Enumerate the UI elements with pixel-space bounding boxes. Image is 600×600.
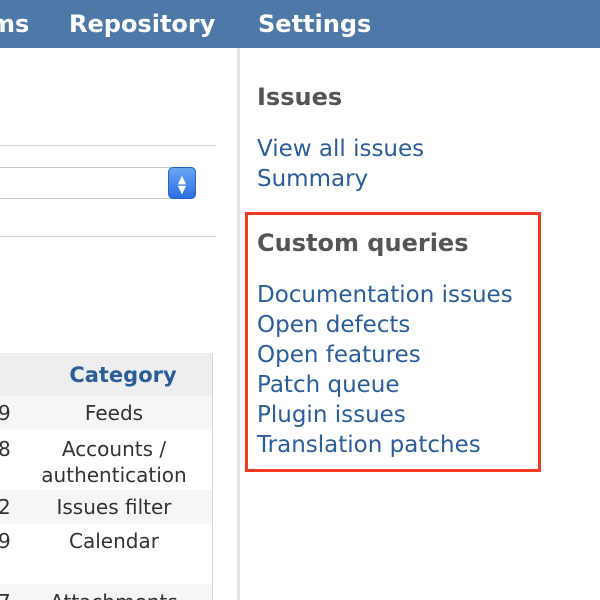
sidebar-link-view-all-issues[interactable]: View all issues (257, 134, 424, 164)
table-cell-category: Attachments (28, 589, 200, 600)
table-cell-number: 8 (0, 437, 11, 461)
column-header-category[interactable]: Category (48, 361, 198, 389)
table-row[interactable]: 8 Accounts / authentication (0, 429, 213, 490)
sidebar-link-summary[interactable]: Summary (257, 164, 368, 194)
custom-queries-highlight (245, 212, 541, 472)
nav-item-repository[interactable]: Repository (69, 8, 215, 40)
table-cell-number: 9 (0, 529, 11, 553)
sidebar-heading-issues: Issues (257, 83, 343, 111)
table-cell-category: Accounts / authentication (41, 437, 187, 487)
nav-item-projects[interactable]: ms (0, 8, 29, 40)
issues-table: Category 9 Feeds 8 Accounts / authentica… (0, 353, 213, 600)
nav-item-settings[interactable]: Settings (258, 8, 371, 40)
table-cell-category: Calendar (69, 529, 159, 553)
table-cell-category: Feeds (84, 401, 144, 425)
table-row[interactable]: 9 Calendar (0, 524, 213, 584)
top-nav-bar: ms Repository Settings (0, 0, 600, 48)
table-row[interactable]: 9 Feeds (0, 396, 213, 429)
table-row[interactable]: 2 Issues filter (0, 490, 213, 524)
table-header: Category (0, 353, 213, 396)
filter-select[interactable] (0, 167, 196, 199)
table-cell-number: 7 (0, 590, 11, 600)
table-cell-number: 9 (0, 401, 11, 425)
table-row[interactable]: 7 Attachments (0, 584, 213, 600)
divider-line (0, 236, 216, 237)
main-content: ▲ ▼ Category 9 Feeds 8 Accounts / authen… (0, 48, 237, 600)
table-cell-category: Issues filter (56, 495, 172, 519)
select-updown-arrows-icon[interactable]: ▲ ▼ (168, 167, 196, 199)
table-cell-number: 2 (0, 495, 11, 519)
divider-line (0, 145, 216, 146)
